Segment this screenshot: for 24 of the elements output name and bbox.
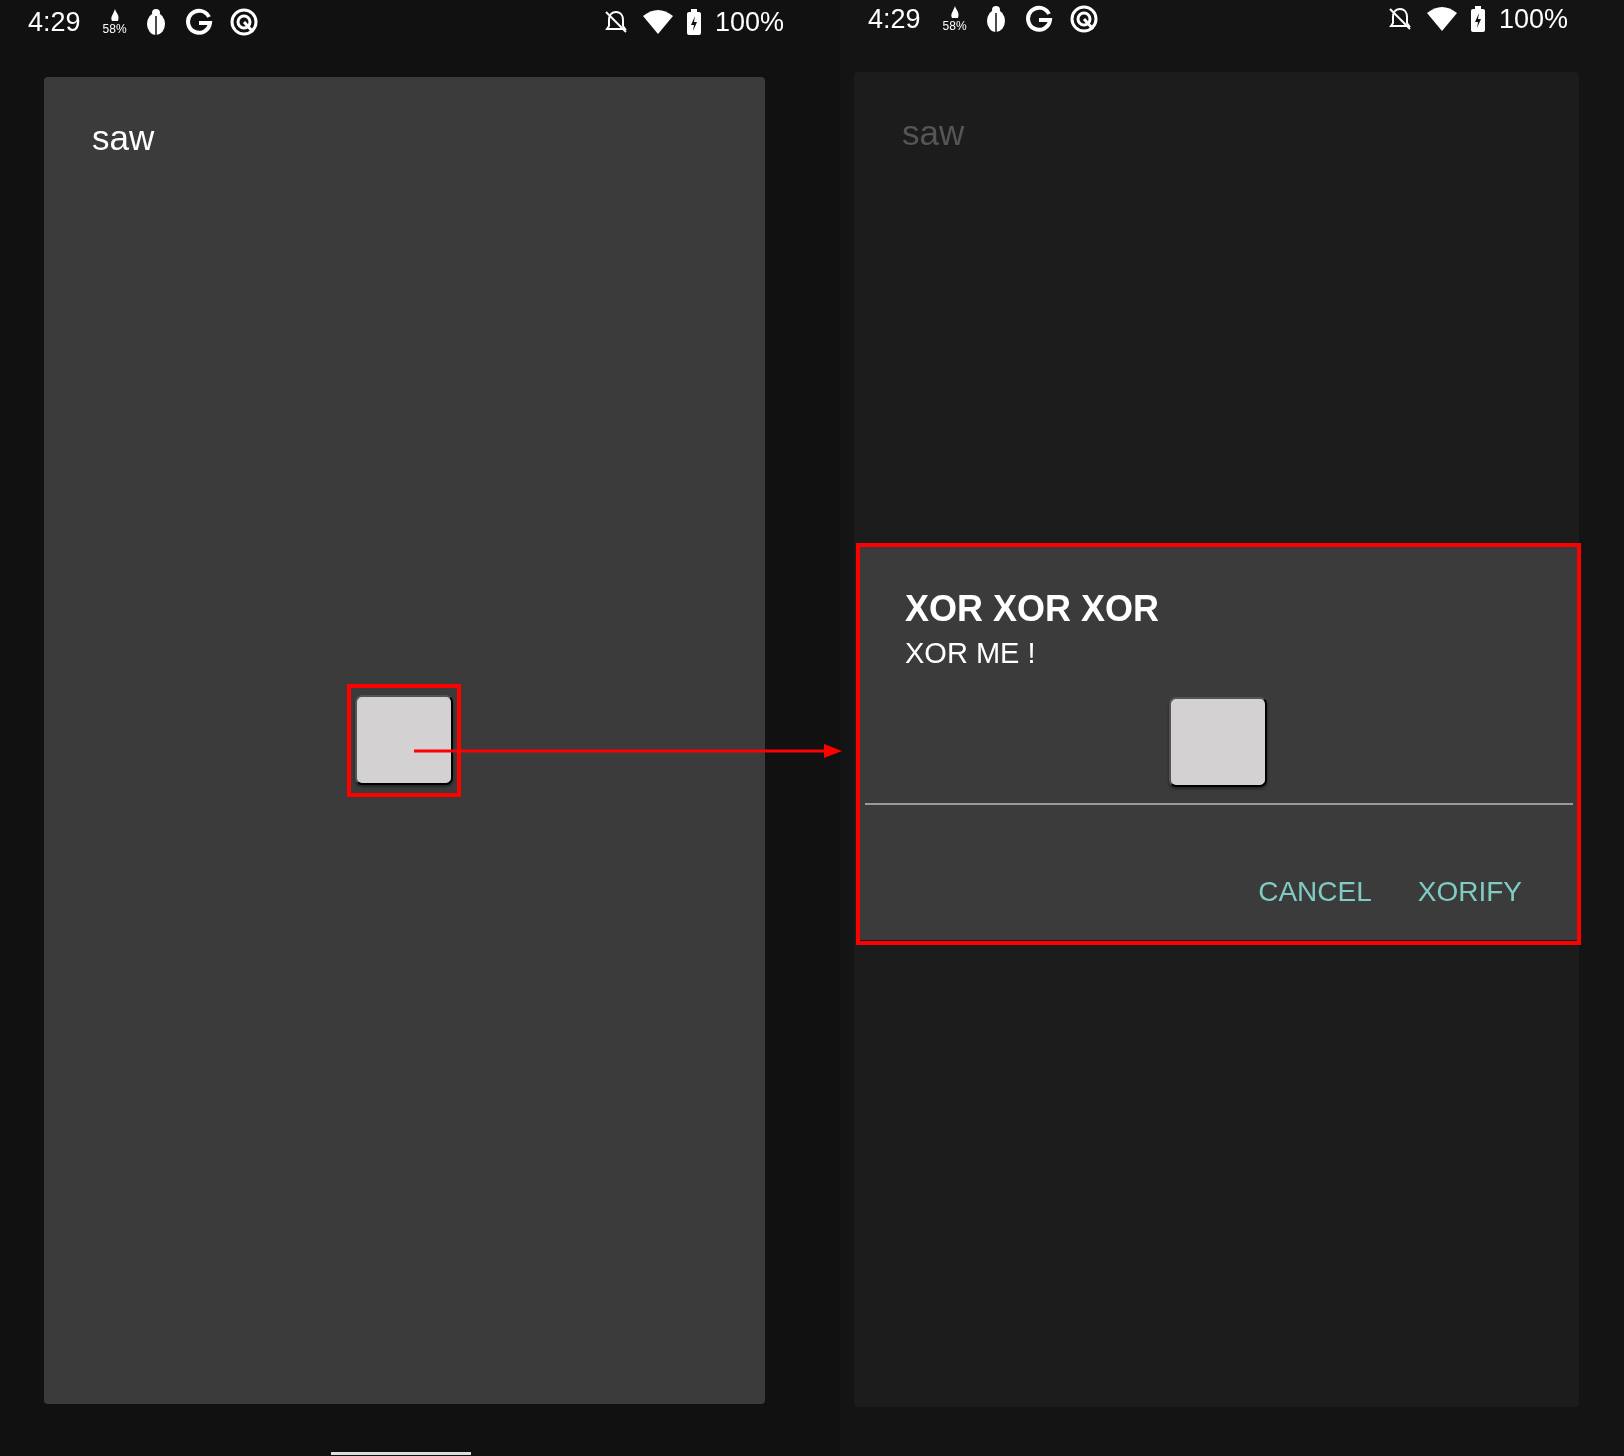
bell-off-icon [602, 9, 629, 35]
battery-charging-icon [1470, 6, 1485, 32]
battery-charging-icon [686, 9, 701, 35]
dialog-message: XOR ME ! [904, 636, 1037, 671]
wifi-icon [1426, 7, 1457, 31]
circle-logo-icon [228, 7, 259, 37]
clock-time: 4:29 [28, 5, 81, 39]
app-title: saw [91, 117, 156, 159]
circle-logo-icon [1068, 4, 1099, 34]
dialog-title: XOR XOR XOR [904, 587, 1161, 631]
clock-time: 4:29 [868, 2, 921, 36]
letter-g-icon [1024, 5, 1053, 33]
app-title: saw [901, 112, 966, 154]
dialog-action-button[interactable]: CANCEL [1246, 867, 1384, 917]
cpu-percentage: 58% [102, 23, 127, 35]
dialog-action-button[interactable]: XORIFY [1405, 867, 1534, 917]
letter-g-icon [184, 8, 213, 36]
wifi-icon [642, 10, 673, 34]
square-button[interactable] [1168, 697, 1267, 787]
cpu-percentage: 58% [942, 20, 967, 32]
battery-percentage: 100% [1498, 2, 1568, 36]
bell-off-icon [1386, 6, 1413, 32]
battery-percentage: 100% [714, 5, 784, 39]
square-button[interactable] [355, 695, 453, 785]
